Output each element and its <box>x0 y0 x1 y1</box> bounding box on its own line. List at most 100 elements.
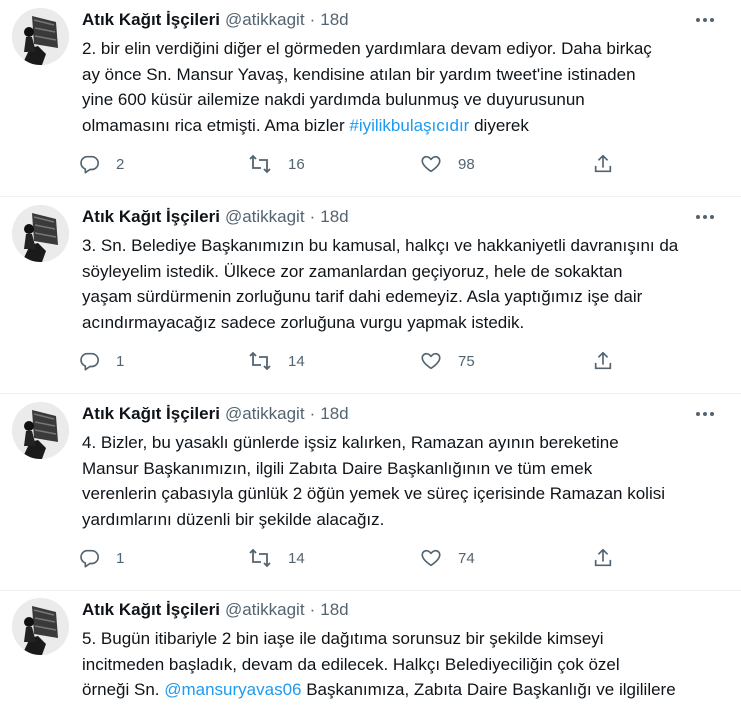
retweet-count: 16 <box>288 155 305 173</box>
more-icon[interactable] <box>693 404 717 424</box>
separator-dot: · <box>309 600 316 619</box>
author-name[interactable]: Atık Kağıt İşçileri <box>82 600 220 620</box>
tweet-header: Atık Kağıt İşçileri @atikkagit · 18d <box>82 403 349 425</box>
tweet-text-line: Mansur Başkanımızın, ilgili Zabıta Daire… <box>82 456 730 482</box>
heart-icon <box>420 350 442 372</box>
tweet-text: 3. Sn. Belediye Başkanımızın bu kamusal,… <box>82 233 730 335</box>
author-handle[interactable]: @atikkagit <box>225 600 305 620</box>
text-segment: yine 600 küsür ailemize nakdi yardımda b… <box>82 90 585 109</box>
author-name[interactable]: Atık Kağıt İşçileri <box>82 207 220 227</box>
like-button[interactable]: 75 <box>420 347 475 375</box>
share-button[interactable] <box>592 150 614 178</box>
tweet-actions: 1 14 75 <box>78 347 638 375</box>
author-name[interactable]: Atık Kağıt İşçileri <box>82 10 220 30</box>
hashtag-link[interactable]: #iyilikbulaşıcıdır <box>349 116 469 135</box>
tweet-text-line: 2. bir elin verdiğini diğer el görmeden … <box>82 36 730 62</box>
reply-button[interactable]: 1 <box>78 347 124 375</box>
text-segment: örneği Sn. <box>82 680 165 699</box>
tweet-text-line: olmamasını rica etmişti. Ama bizler #iyi… <box>82 113 730 139</box>
tweet-header: Atık Kağıt İşçileri @atikkagit · 18d <box>82 9 349 31</box>
text-segment: ay önce Sn. Mansur Yavaş, kendisine atıl… <box>82 64 636 84</box>
separator-dot: · <box>309 10 316 29</box>
avatar[interactable] <box>12 598 69 655</box>
reply-icon <box>78 547 100 569</box>
text-segment: diyerek <box>469 115 529 135</box>
retweet-button[interactable]: 14 <box>248 544 305 572</box>
tweet[interactable]: Atık Kağıt İşçileri @atikkagit · 18d 2. … <box>0 0 741 197</box>
tweet-text-line: 3. Sn. Belediye Başkanımızın bu kamusal,… <box>82 233 730 259</box>
tweet-text: 2. bir elin verdiğini diğer el görmeden … <box>82 36 730 138</box>
avatar[interactable] <box>12 205 69 262</box>
text-segment: verenlerin çabasıyla günlük 2 öğün yemek… <box>82 484 666 503</box>
retweet-button[interactable]: 14 <box>248 347 305 375</box>
text-segment: Mansur Başkanımızın, ilgili Zabıta Daire… <box>82 458 593 478</box>
tweet-text-line: ay önce Sn. Mansur Yavaş, kendisine atıl… <box>82 62 730 88</box>
tweet-time[interactable]: 18d <box>320 10 348 30</box>
tweet-time[interactable]: 18d <box>320 404 348 424</box>
retweet-count: 14 <box>288 352 305 370</box>
reply-icon <box>78 153 100 175</box>
tweet-text-line: verenlerin çabasıyla günlük 2 öğün yemek… <box>82 481 730 507</box>
tweet-text-line: yine 600 küsür ailemize nakdi yardımda b… <box>82 87 730 113</box>
tweet-header: Atık Kağıt İşçileri @atikkagit · 18d <box>82 599 349 621</box>
share-button[interactable] <box>592 544 614 572</box>
mention-link[interactable]: @mansuryavas06 <box>164 680 301 699</box>
reply-count: 1 <box>116 352 125 370</box>
tweet-text-line: acındırmayacağız sadece zorluğuna vurgu … <box>82 310 730 336</box>
author-name[interactable]: Atık Kağıt İşçileri <box>82 404 220 424</box>
tweet-text-line: 5. Bugün itibariyle 2 bin iaşe ile dağıt… <box>82 626 730 652</box>
tweet-text-line: örneği Sn. @mansuryavas06 Başkanımıza, Z… <box>82 677 730 703</box>
text-segment: söyleyelim istedik. Ülkece zor zamanlard… <box>82 261 623 281</box>
tweet[interactable]: Atık Kağıt İşçileri @atikkagit · 18d 5. … <box>0 590 741 713</box>
tweet-time[interactable]: 18d <box>320 600 348 620</box>
text-segment: 3. Sn. Belediye Başkanımızın bu kamusal,… <box>82 236 679 255</box>
share-button[interactable] <box>592 347 614 375</box>
reply-count: 2 <box>116 155 125 173</box>
tweet-text-line: incitmeden başladık, devam da edilecek. … <box>82 652 730 678</box>
tweet-time[interactable]: 18d <box>320 207 348 227</box>
author-handle[interactable]: @atikkagit <box>225 404 305 424</box>
tweet-text-line: yardımlarını düzenli bir şekilde alacağı… <box>82 507 730 533</box>
share-icon <box>592 350 614 372</box>
retweet-icon <box>248 547 272 569</box>
tweet[interactable]: Atık Kağıt İşçileri @atikkagit · 18d 4. … <box>0 394 741 591</box>
text-segment: acındırmayacağız sadece zorluğuna vurgu … <box>82 312 525 332</box>
like-button[interactable]: 74 <box>420 544 475 572</box>
text-segment: incitmeden başladık, devam da edilecek. … <box>82 654 620 674</box>
more-icon[interactable] <box>693 207 717 227</box>
reply-count: 1 <box>116 549 125 567</box>
tweet-thread: Atık Kağıt İşçileri @atikkagit · 18d 2. … <box>0 0 741 713</box>
separator-dot: · <box>309 207 316 226</box>
tweet-text-line: yaşam sürdürmenin zorluğunu tarif dahi e… <box>82 284 730 310</box>
avatar[interactable] <box>12 402 69 459</box>
retweet-button[interactable]: 16 <box>248 150 305 178</box>
author-handle[interactable]: @atikkagit <box>225 10 305 30</box>
tweet-actions: 1 14 74 <box>78 544 638 572</box>
reply-button[interactable]: 2 <box>78 150 124 178</box>
text-segment: olmamasını rica etmişti. Ama bizler <box>82 115 350 135</box>
text-segment: 4. Bizler, bu yasaklı günlerde işsiz kal… <box>82 433 619 452</box>
tweet-text-line: söyleyelim istedik. Ülkece zor zamanlard… <box>82 259 730 285</box>
separator-dot: · <box>309 404 316 423</box>
avatar[interactable] <box>12 8 69 65</box>
tweet-text-line: 4. Bizler, bu yasaklı günlerde işsiz kal… <box>82 430 730 456</box>
heart-icon <box>420 547 442 569</box>
text-segment: 2. bir elin verdiğini diğer el görmeden … <box>82 39 652 58</box>
tweet-actions: 2 16 98 <box>78 150 638 178</box>
like-count: 75 <box>458 352 475 370</box>
heart-icon <box>420 153 442 175</box>
retweet-icon <box>248 153 272 175</box>
tweet-text: 5. Bugün itibariyle 2 bin iaşe ile dağıt… <box>82 626 730 703</box>
like-count: 98 <box>458 155 475 173</box>
like-button[interactable]: 98 <box>420 150 475 178</box>
author-handle[interactable]: @atikkagit <box>225 207 305 227</box>
reply-icon <box>78 350 100 372</box>
text-segment: 5. Bugün itibariyle 2 bin iaşe ile dağıt… <box>82 629 604 648</box>
text-segment: Başkanımıza, Zabıta Daire Başkanlığı ve … <box>301 680 676 699</box>
more-icon[interactable] <box>693 10 717 30</box>
share-icon <box>592 153 614 175</box>
reply-button[interactable]: 1 <box>78 544 124 572</box>
tweet-text: 4. Bizler, bu yasaklı günlerde işsiz kal… <box>82 430 730 532</box>
share-icon <box>592 547 614 569</box>
tweet[interactable]: Atık Kağıt İşçileri @atikkagit · 18d 3. … <box>0 197 741 394</box>
